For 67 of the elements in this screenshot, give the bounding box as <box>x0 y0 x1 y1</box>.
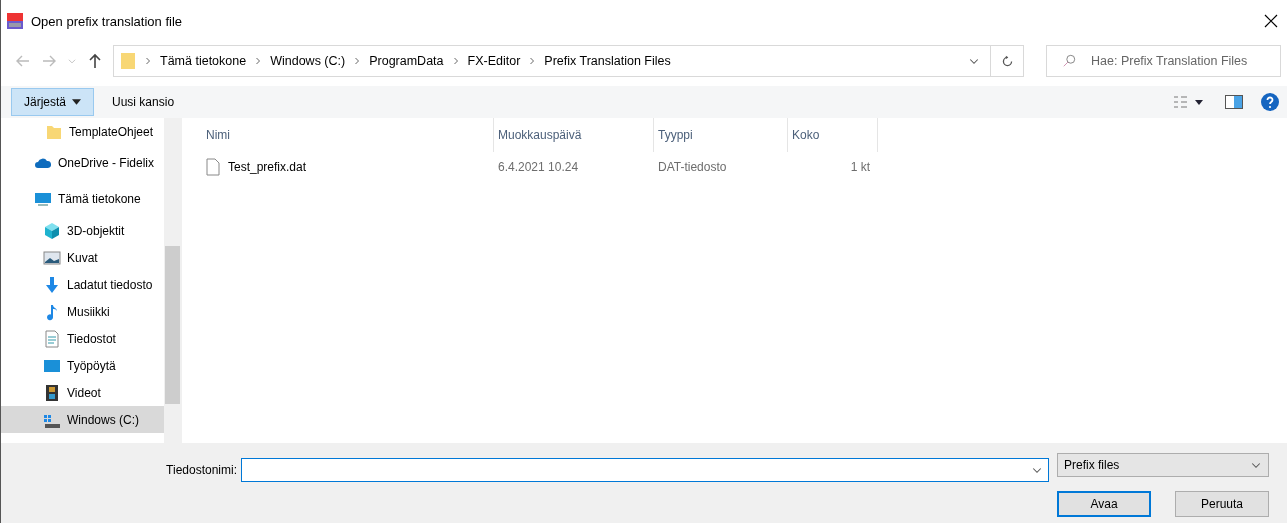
preview-pane-icon[interactable] <box>1225 95 1243 109</box>
sidebar-label: Tämä tietokone <box>58 192 141 206</box>
file-icon <box>206 158 220 176</box>
sidebar-item[interactable]: OneDrive - Fidelix <box>1 145 164 181</box>
chevron-icon <box>254 57 263 65</box>
breadcrumb[interactable]: Windows (C:) <box>270 54 346 68</box>
chevron-icon <box>353 57 362 65</box>
sidebar-item[interactable]: Ladatut tiedosto <box>1 271 164 298</box>
column-header[interactable]: Tyyppi <box>654 118 788 152</box>
search-field[interactable]: Hae: Prefix Translation Files <box>1046 45 1281 77</box>
column-header[interactable]: Muokkauspäivä <box>494 118 654 152</box>
column-header[interactable]: Koko <box>788 118 878 152</box>
cube-icon <box>43 221 61 240</box>
sidebar-label: TemplateOhjeet <box>69 124 154 139</box>
film-icon <box>43 383 61 402</box>
sidebar-item[interactable]: Windows (C:) <box>1 406 164 433</box>
breadcrumb[interactable]: Prefix Translation Files <box>544 54 671 68</box>
help-icon[interactable] <box>1261 93 1279 111</box>
sidebar-label: Kuvat <box>67 250 98 265</box>
new-folder-button[interactable]: Uusi kansio <box>112 95 175 109</box>
file-name-cell[interactable]: Test_prefix.dat <box>202 158 494 176</box>
refresh-icon <box>1000 54 1014 68</box>
address-bar[interactable]: Tämä tietokone Windows (C:) ProgramData FX-Editor Prefix Translation Files <box>113 45 1024 77</box>
organize-button[interactable]: Järjestä <box>11 88 95 116</box>
breadcrumb[interactable]: ProgramData <box>369 54 444 68</box>
table-cell-text: 1 kt <box>849 160 871 174</box>
sidebar-item[interactable]: Musiikki <box>1 298 164 325</box>
breadcrumb[interactable]: FX-Editor <box>467 54 521 68</box>
cancel-button[interactable]: Peruuta <box>1175 491 1269 517</box>
caret-icon <box>72 99 82 105</box>
open-button[interactable]: Avaa <box>1057 491 1151 517</box>
monitor-icon <box>34 190 52 208</box>
sidebar-item[interactable]: Työpöytä <box>1 352 164 379</box>
sidebar-label: Työpöytä <box>67 358 116 373</box>
sidebar-item[interactable]: TemplateOhjeet <box>1 118 164 145</box>
close-icon[interactable] <box>1263 13 1279 29</box>
file-type-dropdown[interactable]: Prefix files <box>1057 453 1269 477</box>
chevron-icon <box>528 57 537 65</box>
sidebar-label: Videot <box>67 385 101 400</box>
chevron-icon <box>144 57 152 65</box>
sidebar-item[interactable]: Tiedostot <box>1 325 164 352</box>
sidebar-label: 3D-objektit <box>67 223 125 238</box>
chevron-icon <box>451 57 460 65</box>
sidebar-item[interactable]: Videot <box>1 379 164 406</box>
table-cell-text: DAT-tiedosto <box>657 160 728 174</box>
sidebar-label: Musiikki <box>67 304 110 319</box>
app-logo-icon <box>7 13 23 29</box>
search-icon <box>1062 54 1076 68</box>
table-cell-text: 6.4.2021 10.24 <box>497 160 580 174</box>
sidebar-item[interactable]: 3D-objektit <box>1 217 164 244</box>
folder-icon <box>120 52 136 70</box>
scrollbar[interactable] <box>164 118 181 443</box>
sidebar-label: Ladatut tiedosto <box>67 277 153 292</box>
sidebar-item[interactable]: Tämä tietokone <box>1 181 164 217</box>
sidebar-label: OneDrive - Fidelix <box>58 156 155 170</box>
down-arrow-icon <box>43 275 61 294</box>
filename-field[interactable] <box>241 458 1049 482</box>
sidebar-label: Tiedostot <box>67 331 116 346</box>
sidebar-label: Windows (C:) <box>67 412 139 427</box>
up-arrow-icon[interactable] <box>87 53 103 69</box>
breadcrumb[interactable]: Tämä tietokone <box>160 54 247 68</box>
sidebar-item[interactable]: Kuvat <box>1 244 164 271</box>
filename-label: Tiedostonimi: <box>166 463 237 477</box>
window-title: Open prefix translation file <box>31 13 184 29</box>
column-header[interactable]: Nimi <box>202 118 494 152</box>
image-icon <box>43 248 61 267</box>
document-icon <box>43 329 61 348</box>
